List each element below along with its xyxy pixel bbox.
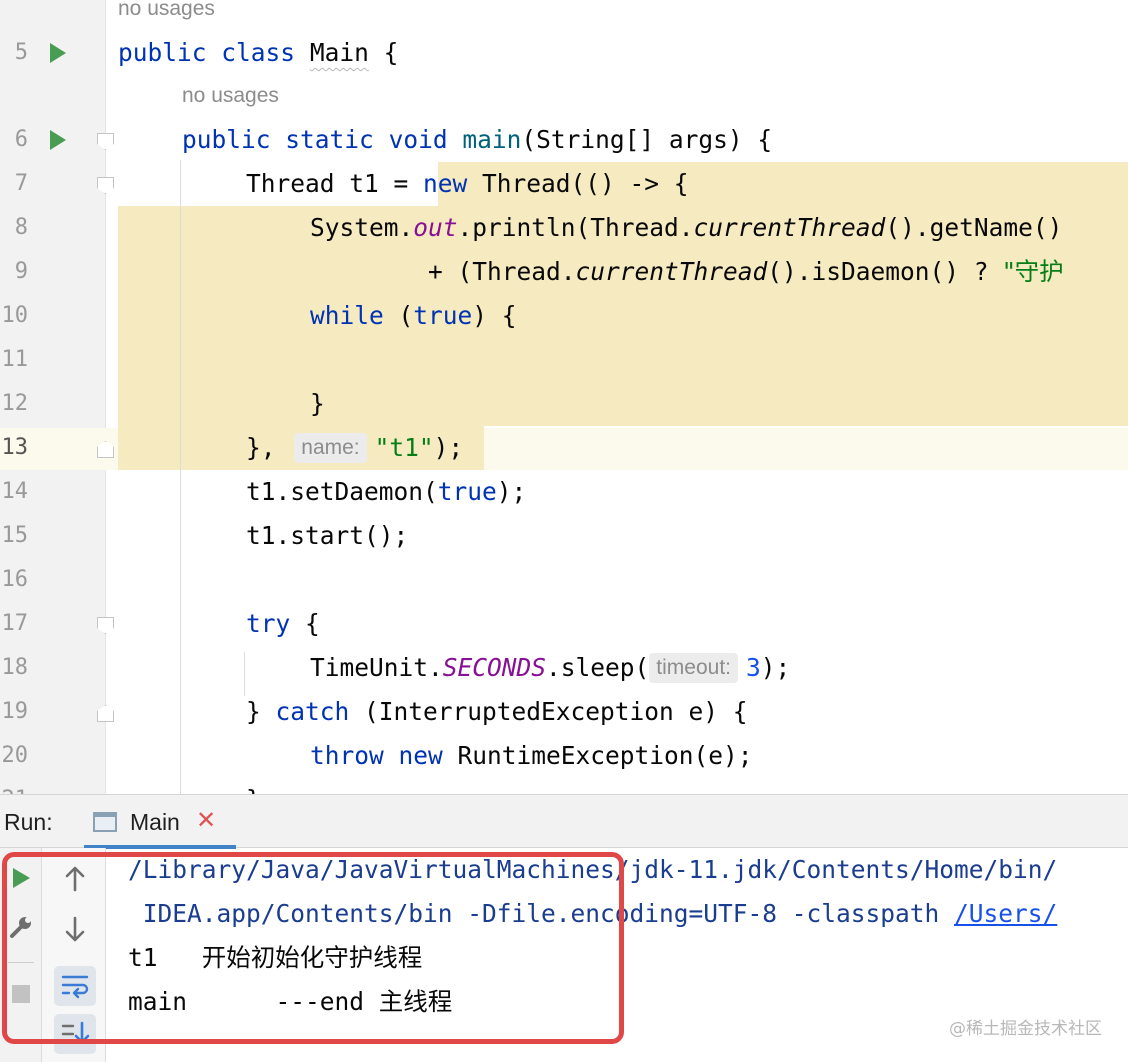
code-text: t1.start(); <box>246 521 409 550</box>
run-icon[interactable] <box>50 130 66 150</box>
code-line: 9 + (Thread.currentThread().isDaemon() ?… <box>0 250 1128 294</box>
line-number: 9 <box>14 259 28 284</box>
code-text: Thread t1 = new Thread(() -> { <box>246 169 689 198</box>
line-number: 5 <box>14 40 28 65</box>
parameter-hint: timeout: <box>649 653 738 683</box>
fold-icon[interactable] <box>97 441 114 458</box>
usage-hint[interactable]: no usages <box>118 0 215 21</box>
line-number: 19 <box>1 699 29 724</box>
code-line: 18 TimeUnit.SECONDS.sleep(timeout: 3); <box>0 646 1128 690</box>
line-number: 18 <box>1 655 29 680</box>
parameter-hint: name: <box>294 433 367 463</box>
fold-icon[interactable] <box>97 705 114 722</box>
code-text: System.out.println(Thread.currentThread(… <box>310 213 1063 242</box>
code-line: 5 public class Main { <box>0 31 1128 75</box>
code-text: } <box>310 389 325 418</box>
run-title: Run: <box>4 809 53 835</box>
line-number: 14 <box>1 479 29 504</box>
code-line: 20 throw new RuntimeException(e); <box>0 734 1128 778</box>
code-line: 11 <box>0 338 1128 382</box>
classpath-link[interactable]: /Users/ <box>954 899 1057 928</box>
code-text: while (true) { <box>310 301 517 330</box>
line-number: 13 <box>1 435 29 460</box>
code-line: 14 t1.setDaemon(true); <box>0 470 1128 514</box>
line-number: 10 <box>1 303 29 328</box>
line-number: 11 <box>1 347 29 372</box>
code-text: } catch (InterruptedException e) { <box>246 697 748 726</box>
code-text: public static void main(String[] args) { <box>182 125 773 154</box>
fold-icon[interactable] <box>97 177 114 194</box>
code-line: 15 t1.start(); <box>0 514 1128 558</box>
code-line: 19 } catch (InterruptedException e) { <box>0 690 1128 734</box>
line-number: 20 <box>1 743 29 768</box>
line-number: 15 <box>1 523 29 548</box>
run-tool-window-header: Run: Main ✕ <box>0 794 1128 849</box>
code-editor[interactable]: no usages no usages 5 public class Main … <box>0 0 1128 794</box>
line-number: 8 <box>14 215 28 240</box>
fold-icon[interactable] <box>97 133 114 150</box>
tab-main[interactable]: Main ✕ <box>84 795 236 849</box>
code-line: 12 } <box>0 382 1128 426</box>
code-line: 16 <box>0 558 1128 602</box>
watermark: @稀土掘金技术社区 <box>949 1019 1102 1039</box>
usage-hint[interactable]: no usages <box>182 84 279 108</box>
code-line: 10 while (true) { <box>0 294 1128 338</box>
code-text: try { <box>246 609 320 638</box>
tab-label: Main <box>130 809 180 835</box>
close-icon[interactable]: ✕ <box>196 806 216 834</box>
code-text: + (Thread.currentThread().isDaemon() ? "… <box>310 257 1064 286</box>
line-number: 21 <box>0 778 30 794</box>
line-number: 12 <box>1 391 29 416</box>
code-text: } <box>246 778 261 794</box>
code-line: 8 System.out.println(Thread.currentThrea… <box>0 206 1128 250</box>
console-tab-icon <box>93 812 117 832</box>
code-line: 6 public static void main(String[] args)… <box>0 118 1128 162</box>
line-number: 6 <box>14 127 28 152</box>
code-text: TimeUnit.SECONDS.sleep(timeout: 3); <box>310 653 791 683</box>
code-text: }, name: "t1"); <box>246 433 464 463</box>
fold-icon[interactable] <box>97 617 114 634</box>
code-line: 7 Thread t1 = new Thread(() -> { <box>0 162 1128 206</box>
code-text: public class Main { <box>118 38 399 67</box>
code-text: t1.setDaemon(true); <box>246 477 527 506</box>
line-number: 17 <box>1 611 29 636</box>
line-number: 7 <box>14 171 28 196</box>
run-icon[interactable] <box>50 43 66 63</box>
code-line: 13 }, name: "t1"); <box>0 426 1128 470</box>
line-number: 16 <box>1 567 29 592</box>
code-line: 21 } <box>0 778 1128 794</box>
code-text: throw new RuntimeException(e); <box>310 741 753 770</box>
code-line: 17 try { <box>0 602 1128 646</box>
annotation-highlight-box <box>2 852 624 1044</box>
